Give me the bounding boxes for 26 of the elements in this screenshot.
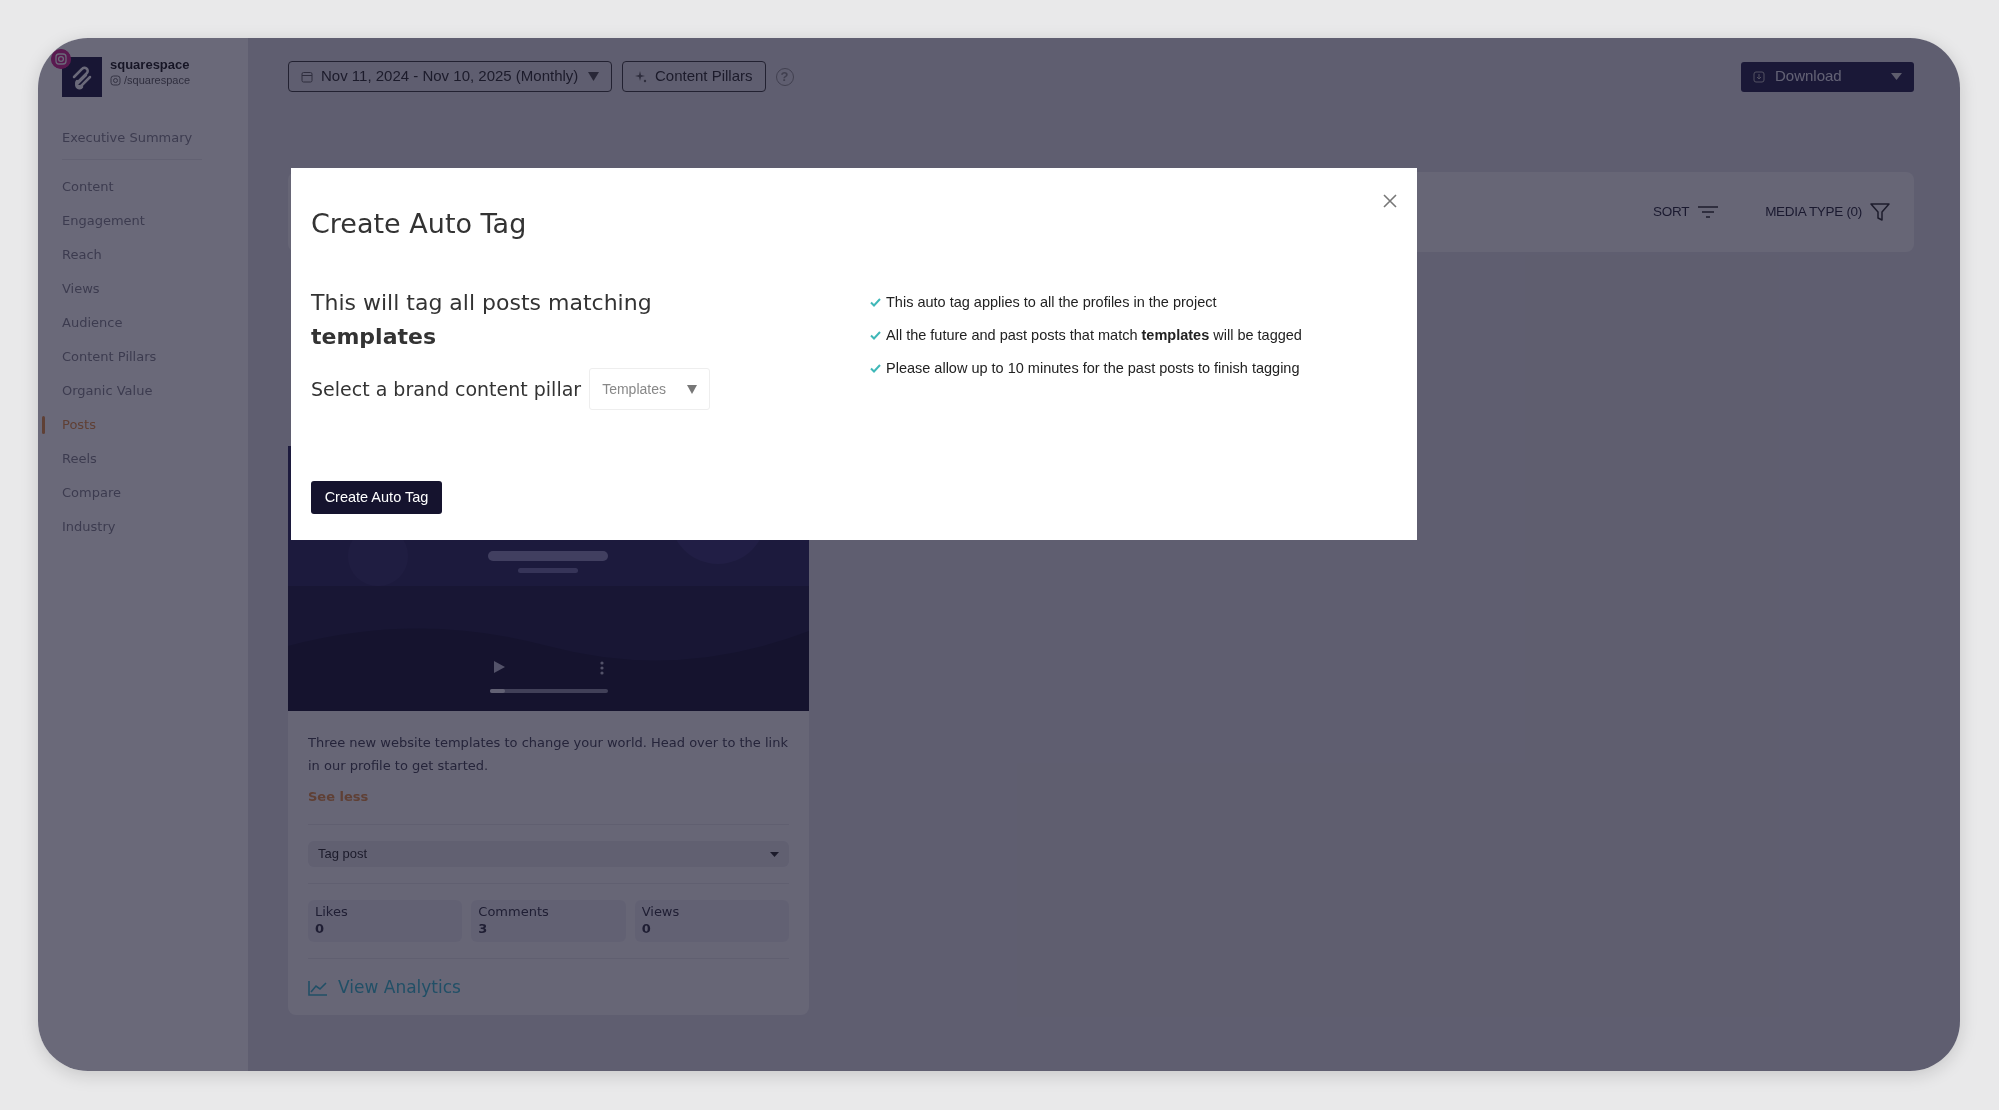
sort-button[interactable]: SORT [1647, 200, 1726, 224]
media-type-filter[interactable]: MEDIA TYPE (0) [1759, 200, 1896, 224]
note-text: All the future and past posts that match templates will be tagged [886, 326, 1302, 345]
modal-message: This will tag all posts matching templates [311, 289, 653, 352]
view-analytics-link[interactable]: View Analytics [308, 975, 461, 1001]
profile-handle: /squarespace [124, 73, 191, 88]
sidebar-item[interactable]: Posts [38, 408, 248, 442]
note-text: This auto tag applies to all the profiles in the project [886, 293, 1217, 312]
pillar-select[interactable]: Templates [589, 368, 711, 411]
content-pillars-button[interactable]: Content Pillars [622, 61, 766, 92]
select-label: Select a brand content pillar [311, 377, 582, 403]
profile-name: squarespace [110, 57, 191, 72]
stat-label: Views [641, 904, 681, 920]
create-auto-tag-button[interactable]: Create Auto Tag [311, 481, 442, 514]
modal-title: Create Auto Tag [311, 208, 527, 241]
see-less-link[interactable]: See less [308, 787, 369, 807]
stat-label: Comments [478, 904, 550, 920]
tag-post-dropdown[interactable]: Tag post [308, 841, 789, 867]
stat-label: Likes [315, 904, 349, 920]
note-text: Please allow up to 10 minutes for the past posts to finish tagging [886, 359, 1300, 378]
date-range-dropdown[interactable]: Nov 11, 2024 - Nov 10, 2025 (Monthly) [288, 61, 612, 92]
stat-value: 0 [641, 920, 652, 937]
download-button[interactable]: Download [1741, 61, 1914, 92]
stat-value: 0 [315, 920, 326, 937]
post-caption: Three new website templates to change your world. Head over to the link in our profile to get started. [308, 734, 789, 775]
stat-value: 3 [478, 920, 489, 937]
